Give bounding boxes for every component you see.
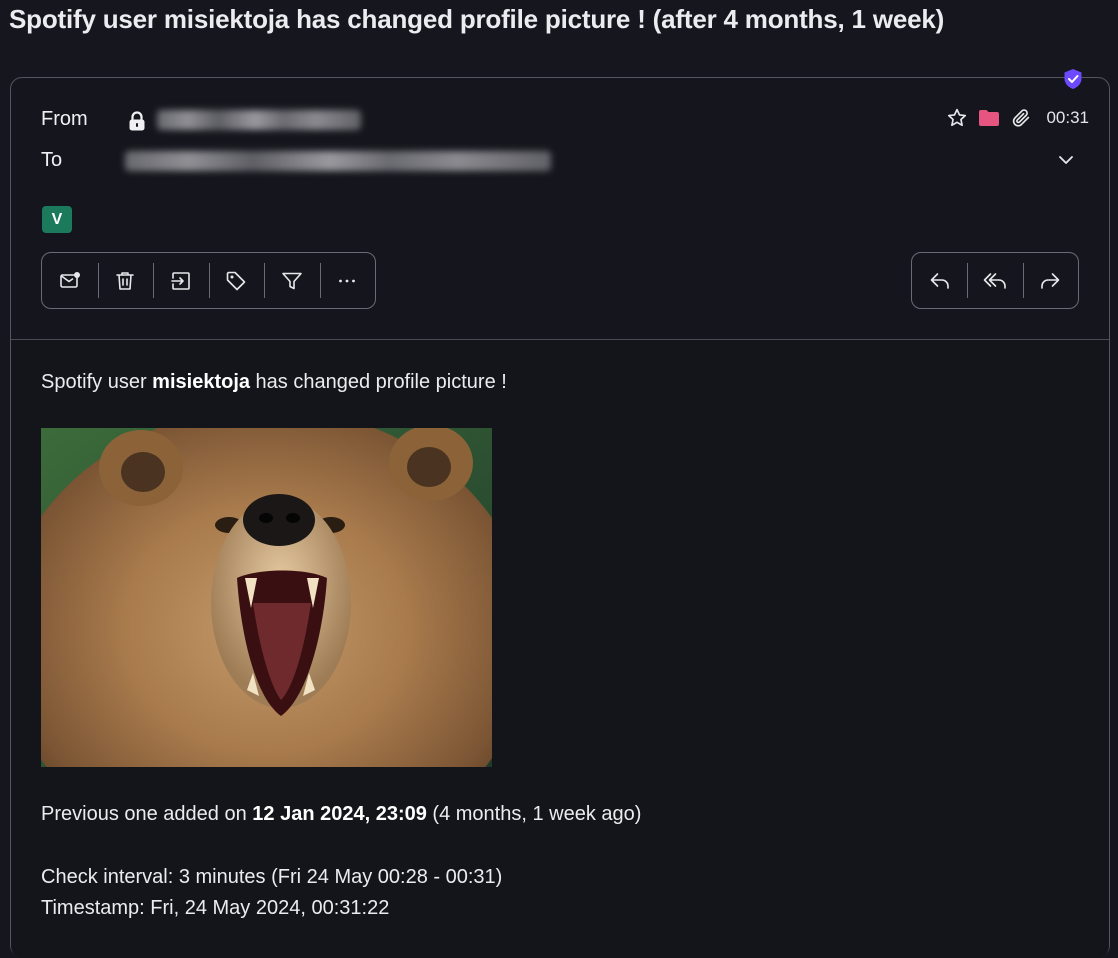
profile-picture [41, 428, 492, 767]
trash-icon [116, 271, 135, 290]
previous-prefix: Previous one added on [41, 803, 253, 825]
mail-dot-icon [59, 271, 80, 288]
previous-suffix: (4 months, 1 week ago) [426, 803, 642, 825]
email-subject: Spotify user misiektoja has changed prof… [9, 4, 945, 34]
email-body: Spotify user misiektoja has changed prof… [11, 339, 1109, 958]
reply-button[interactable] [912, 253, 967, 308]
trash-button[interactable] [97, 253, 154, 308]
from-label: From [41, 108, 88, 130]
shield-check-icon [1064, 69, 1082, 89]
previous-date: 12 Jan 2024, 23:09 [252, 803, 427, 825]
lock-icon [129, 111, 145, 131]
spotify-username: misiektoja [152, 371, 250, 393]
notice-suffix: has changed profile picture ! [250, 371, 507, 393]
previous-picture-info: Previous one added on 12 Jan 2024, 23:09… [41, 803, 641, 826]
reply-icon [930, 272, 949, 289]
tag-icon [226, 271, 246, 290]
star-icon[interactable] [946, 107, 968, 129]
change-notice: Spotify user misiektoja has changed prof… [41, 371, 507, 394]
filter-icon [281, 272, 302, 289]
move-button[interactable] [153, 253, 209, 308]
timestamp: Timestamp: Fri, 24 May 2024, 00:31:22 [41, 897, 390, 919]
reply-all-icon [983, 272, 1006, 289]
more-button[interactable] [319, 253, 376, 308]
reply-actions-toolbar [911, 252, 1079, 309]
more-horizontal-icon [339, 279, 356, 282]
paperclip-icon [1013, 109, 1030, 127]
check-interval: Check interval: 3 minutes (Fri 24 May 00… [41, 866, 503, 888]
forward-icon [1041, 272, 1060, 289]
email-card: From To 00:31 V Spotify user misiektoja … [10, 69, 1110, 958]
filter-button[interactable] [264, 253, 320, 308]
message-meta: 00:31 [946, 106, 1089, 130]
folder-icon[interactable] [978, 108, 1000, 128]
label-button[interactable] [208, 253, 265, 308]
mark-unread-button[interactable] [42, 253, 98, 308]
to-address-redacted [125, 151, 551, 171]
message-actions-toolbar [41, 252, 376, 309]
message-time: 00:31 [1046, 108, 1089, 127]
sender-badge: V [42, 206, 72, 233]
move-to-folder-icon [170, 271, 190, 290]
to-label: To [41, 149, 63, 171]
chevron-down-icon[interactable] [1057, 151, 1075, 169]
from-address-redacted [157, 110, 361, 130]
reply-all-button[interactable] [967, 253, 1022, 308]
email-header: From To 00:31 V [11, 69, 1109, 339]
notice-prefix: Spotify user [41, 371, 153, 393]
forward-button[interactable] [1022, 253, 1078, 308]
